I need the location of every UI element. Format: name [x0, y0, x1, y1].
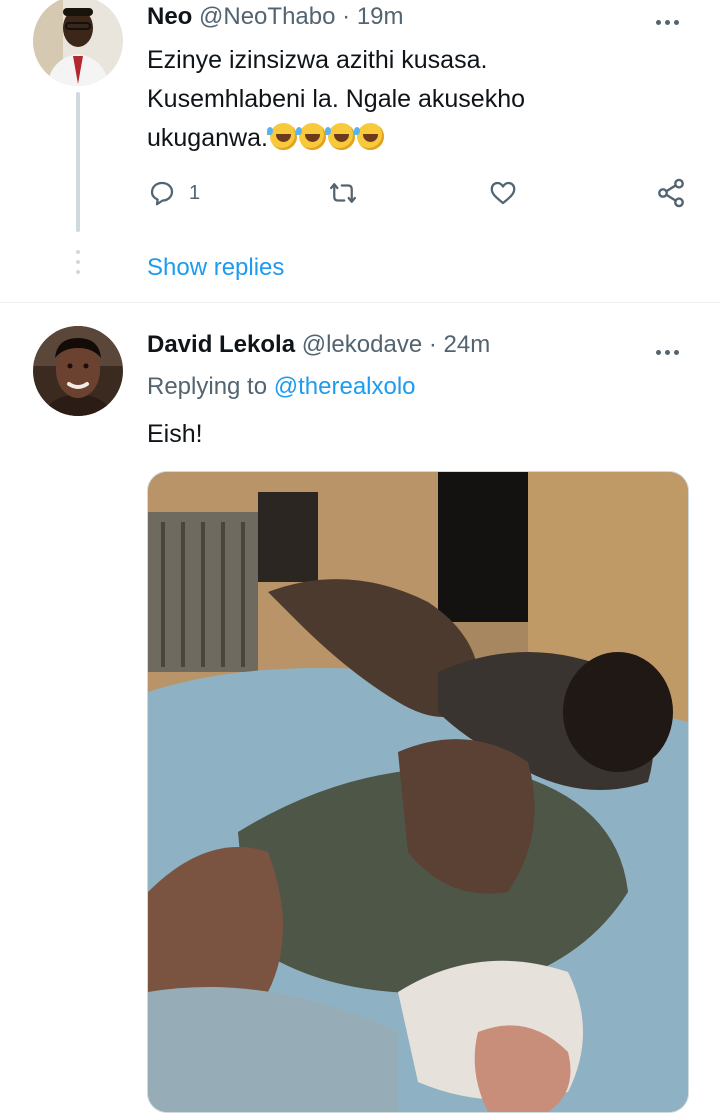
- tweet-time[interactable]: 19m: [357, 3, 404, 30]
- rolling-on-floor-laughing-emoji: [324, 123, 355, 150]
- tweet-header: Neo @NeoThabo · 19m: [147, 3, 404, 31]
- like-button[interactable]: [487, 176, 519, 210]
- tweet-actions: 1: [147, 176, 697, 210]
- tweet-text-line: Kusemhlabeni la. Ngale akusekho: [147, 85, 526, 113]
- author-handle[interactable]: @NeoThabo: [199, 3, 335, 30]
- tweet-header: David Lekola @lekodave · 24m: [147, 331, 490, 359]
- tweet-time[interactable]: 24m: [444, 331, 491, 358]
- tweet-david-lekola[interactable]: David Lekola @lekodave · 24m Replying to…: [0, 303, 720, 1113]
- author-handle[interactable]: @lekodave: [302, 331, 422, 358]
- like-icon: [490, 181, 516, 205]
- more-icon[interactable]: [656, 12, 686, 25]
- avatar-neo[interactable]: [33, 0, 123, 86]
- author-name[interactable]: Neo: [147, 3, 192, 30]
- rolling-on-floor-laughing-emoji: [266, 123, 297, 150]
- tweet-neo[interactable]: Neo @NeoThabo · 19m Ezinye izinsizwa azi…: [0, 0, 720, 300]
- header-separator: ·: [342, 3, 351, 30]
- reply-count: 1: [189, 181, 201, 204]
- rolling-on-floor-laughing-emoji: [353, 123, 384, 150]
- share-icon: [658, 178, 684, 208]
- reply-button[interactable]: 1: [147, 176, 200, 210]
- retweet-button[interactable]: [327, 176, 359, 210]
- thread-ellipsis: [76, 250, 80, 280]
- show-replies-link[interactable]: Show replies: [147, 254, 284, 282]
- avatar-david-lekola-image: [33, 326, 123, 416]
- replying-to-label: Replying to: [147, 373, 268, 400]
- tweet-text-line: ukuganwa.: [147, 124, 268, 152]
- avatar-david-lekola[interactable]: [33, 326, 123, 416]
- tweet-text: Ezinye izinsizwa azithi kusasa. Kusemhla…: [147, 41, 667, 158]
- thread-connector-line: [76, 92, 80, 232]
- avatar-neo-image: [33, 0, 123, 86]
- reply-icon: [150, 181, 174, 206]
- header-separator: ·: [428, 331, 437, 358]
- replying-to: Replying to @therealxolo: [147, 373, 416, 401]
- replying-to-handle-link[interactable]: @therealxolo: [274, 373, 416, 400]
- author-name[interactable]: David Lekola: [147, 331, 295, 358]
- more-icon[interactable]: [656, 342, 686, 355]
- share-button[interactable]: [655, 176, 687, 210]
- rolling-on-floor-laughing-emoji: [295, 123, 326, 150]
- tweet-video-media[interactable]: [147, 471, 689, 1113]
- tweet-text-line: Ezinye izinsizwa azithi kusasa.: [147, 46, 488, 74]
- tweet-text: Eish!: [147, 420, 203, 448]
- tweet-text-line-with-emoji: ukuganwa.: [147, 119, 667, 158]
- video-frame-image: [148, 472, 688, 1112]
- retweet-icon: [330, 183, 356, 203]
